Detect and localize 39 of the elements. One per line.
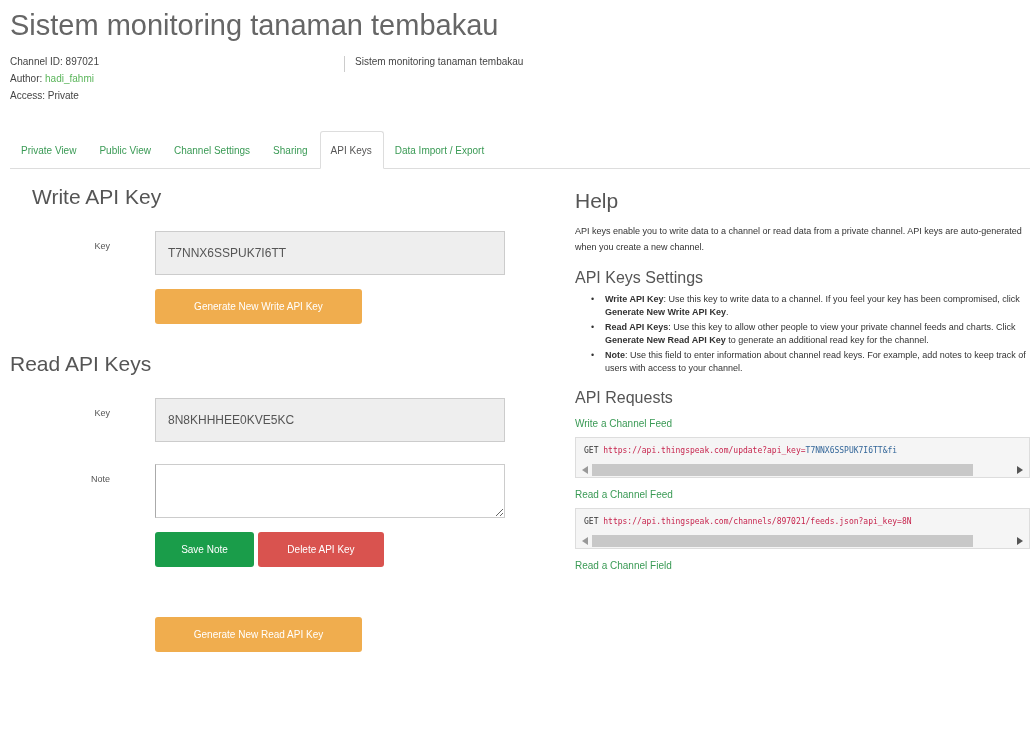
generate-read-key-button[interactable]: Generate New Read API Key <box>155 617 362 652</box>
request-link[interactable]: Write a Channel Feed <box>575 418 673 429</box>
author-label: Author: <box>10 73 43 84</box>
note-field[interactable] <box>155 464 505 518</box>
request-link[interactable]: Read a Channel Field <box>575 560 672 571</box>
delete-key-button[interactable]: Delete API Key <box>258 532 384 567</box>
field-label: Note <box>90 473 111 484</box>
save-note-button[interactable]: Save Note <box>155 532 254 567</box>
bullet: • <box>591 349 596 362</box>
help-text: API keys enable you to write data to a channel or read data from a private channel. API keys are auto-generated when you create a new channel. <box>575 225 1023 254</box>
help-item: Write API Key: Use this key to write data to a channel. If you feel your key has been compromised, click Generate New Write API Key. <box>605 293 1021 319</box>
read-key-field[interactable]: 8N8KHHHEE0KVE5KC <box>155 398 505 442</box>
request-link[interactable]: Read a Channel Feed <box>575 489 673 500</box>
help-item: Read API Keys: Use this key to allow other people to view your private channel feeds and charts. Click Generate New Read API Key to generate an additional read key for the channel. <box>605 321 1017 347</box>
tab[interactable]: Data Import / Export <box>383 131 497 169</box>
channel-description: Sistem monitoring tanaman tembakau <box>344 56 524 72</box>
help-item: Note: Use this field to enter information about channel read keys. For example, add notes to keep track of users with access to your channel. <box>605 349 1027 375</box>
field-label: Key <box>93 240 111 251</box>
page-title: Sistem monitoring tanaman tembakau <box>10 8 500 42</box>
generate-write-key-button[interactable]: Generate New Write API Key <box>155 289 362 324</box>
channel-id: Channel ID: 897021 <box>10 56 100 67</box>
field-label: Key <box>93 407 111 418</box>
section-heading: Read API Keys <box>10 352 153 376</box>
tab[interactable]: Channel Settings <box>162 131 263 169</box>
section-heading: API Keys Settings <box>575 269 705 287</box>
tab[interactable]: API Keys <box>319 131 384 169</box>
author-link[interactable]: hadi_fahmi <box>45 73 94 84</box>
help-heading: Help <box>575 189 620 213</box>
section-heading: API Requests <box>575 389 674 407</box>
request-url: GET https://api.thingspeak.com/channels/897021/feeds.json?api_key=8N <box>583 517 913 526</box>
request-url: GET https://api.thingspeak.com/update?api_key=T7NNX6SSPUK7I6TT&fi <box>583 446 899 455</box>
tab[interactable]: Private View <box>10 131 89 169</box>
bullet: • <box>591 321 596 334</box>
bullet: • <box>591 293 596 306</box>
access-text: Access: Private <box>10 90 80 101</box>
tab[interactable]: Public View <box>88 131 163 169</box>
section-heading: Write API Key <box>32 185 163 209</box>
tab[interactable]: Sharing <box>262 131 320 169</box>
write-key-field[interactable]: T7NNX6SSPUK7I6TT <box>155 231 505 275</box>
